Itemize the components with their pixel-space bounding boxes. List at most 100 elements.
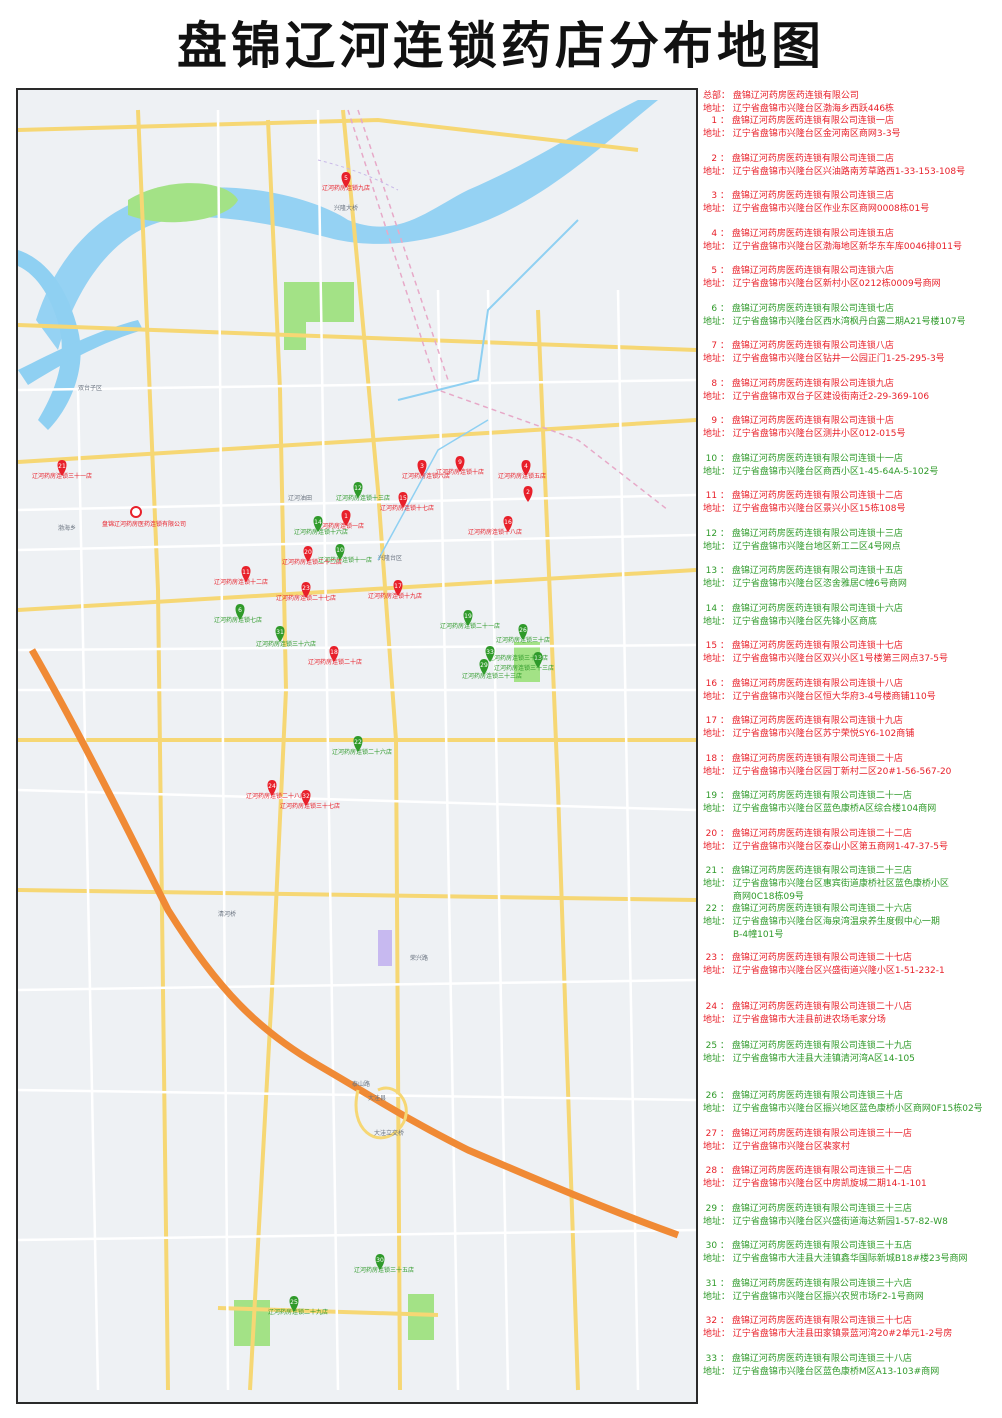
legend-address: 地址： 辽宁省盘锦市大洼县田家镇景蓝河湾20#2单元1-2号房 [703, 1329, 953, 1339]
marker-number: 9 [458, 459, 462, 466]
legend-company: 盘锦辽河药房医药连锁有限公司连锁三十一店 [729, 1129, 912, 1139]
legend-company: 盘锦辽河药房医药连锁有限公司连锁三店 [729, 191, 894, 201]
marker-number: 24 [268, 783, 276, 790]
legend-company: 盘锦辽河药房医药连锁有限公司连锁二十六店 [729, 904, 912, 914]
legend-number: 33 ： [705, 1354, 729, 1364]
marker-number: 6 [238, 607, 242, 614]
legend-address: 地址： 辽宁省盘锦市兴隆台区兴油路南芳草路西1-33-153-108号 [703, 167, 966, 177]
legend-number: 24 ： [705, 1002, 729, 1012]
legend-entry: 11 ： 盘锦辽河药房医药连锁有限公司连锁十二店 地址： 辽宁省盘锦市兴隆台区景兴… [703, 490, 999, 516]
marker-label: 辽河药房连锁二十店 [308, 658, 362, 666]
marker-label: 辽河药房连锁二十二店 [282, 558, 342, 566]
marker-label: 辽河药房连锁十六店 [294, 528, 348, 536]
marker-number: 23 [302, 585, 310, 592]
legend-address: 地址： 辽宁省盘锦市兴隆台区景兴小区15栋108号 [703, 504, 906, 514]
legend-number: 4 ： [711, 229, 729, 239]
park [408, 1294, 434, 1340]
marker-label: 辽河药房连锁十八店 [468, 528, 522, 536]
legend-entry: 28 ： 盘锦辽河药房医药连锁有限公司连锁三十二店 地址： 辽宁省盘锦市兴隆台区中… [703, 1165, 999, 1191]
legend-company: 盘锦辽河药房医药连锁有限公司连锁二十九店 [729, 1041, 912, 1051]
marker-number: 3 [420, 463, 424, 470]
marker-label: 辽河药房连锁二十九店 [268, 1308, 328, 1316]
marker-number: 29 [480, 662, 488, 669]
legend-entry: 15 ： 盘锦辽河药房医药连锁有限公司连锁十七店 地址： 辽宁省盘锦市兴隆台区双兴… [703, 640, 999, 666]
legend-entry: 4 ： 盘锦辽河药房医药连锁有限公司连锁五店 地址： 辽宁省盘锦市兴隆台区渤海地区… [703, 228, 999, 254]
marker-number: 21 [58, 463, 66, 470]
marker-number: 5 [344, 175, 348, 182]
legend-number: 30 ： [705, 1241, 729, 1251]
legend-number: 26 ： [705, 1091, 729, 1101]
legend-address: 地址： 辽宁省盘锦市兴隆台区商西小区1-45-64A-5-102号 [703, 467, 939, 477]
map-canvas[interactable]: 兴隆大桥双台子区渤海乡 辽河油田兴隆台区大洼县大洼立交桥 清河桥泰山路 荣兴路 盘锦辽… [18, 90, 696, 1402]
legend-address: 地址： 辽宁省盘锦市大洼县大洼镇鑫华国际新城B18#楼23号商网 [703, 1254, 968, 1264]
legend-company: 盘锦辽河药房医药连锁有限公司连锁三十三店 [729, 1204, 912, 1214]
legend-entry: 31 ： 盘锦辽河药房医药连锁有限公司连锁三十六店 地址： 辽宁省盘锦市兴隆台区振… [703, 1278, 999, 1304]
legend-address: 地址： 辽宁省盘锦市兴隆台区海泉湾温泉养生度假中心一期 [703, 917, 940, 927]
legend-number: 5 ： [711, 266, 729, 276]
marker-number: 20 [304, 549, 312, 556]
legend-number: 13 ： [705, 566, 729, 576]
marker-label: 辽河药房连锁六店 [402, 472, 450, 480]
legend-address: 地址： 辽宁省盘锦市兴隆台区恣舍雅居C幢6号商网 [703, 579, 907, 589]
legend-entry: 2 ： 盘锦辽河药房医药连锁有限公司连锁二店 地址： 辽宁省盘锦市兴隆台区兴油路南… [703, 153, 999, 179]
legend-number: 9 ： [711, 416, 729, 426]
legend-company: 盘锦辽河药房医药连锁有限公司连锁十七店 [729, 641, 903, 651]
legend-entry: 25 ： 盘锦辽河药房医药连锁有限公司连锁二十九店 地址： 辽宁省盘锦市大洼县大洼… [703, 1040, 999, 1066]
legend-entry: 3 ： 盘锦辽河药房医药连锁有限公司连锁三店 地址： 辽宁省盘锦市兴隆台区作业东区… [703, 190, 999, 216]
marker-label: 辽河药房连锁三十三店 [462, 672, 522, 680]
marker-number: 19 [464, 613, 472, 620]
legend-entry: 18 ： 盘锦辽河药房医药连锁有限公司连锁二十店 地址： 辽宁省盘锦市兴隆台区园丁… [703, 753, 999, 779]
legend-number: 1 ： [711, 116, 729, 126]
legend-entry: 26 ： 盘锦辽河药房医药连锁有限公司连锁三十店 地址： 辽宁省盘锦市兴隆台区振兴… [703, 1090, 999, 1116]
legend-number: 17 ： [705, 716, 729, 726]
legend-number: 15 ： [705, 641, 729, 651]
marker-label: 辽河药房连锁十二店 [214, 578, 268, 586]
legend-company: 盘锦辽河药房医药连锁有限公司连锁十店 [729, 416, 894, 426]
hq-label: 盘锦辽河药房医药连锁有限公司 [102, 520, 186, 528]
legend-company: 盘锦辽河药房医药连锁有限公司连锁十九店 [729, 716, 903, 726]
legend-entry: 7 ： 盘锦辽河药房医药连锁有限公司连锁八店地址： 辽宁省盘锦市兴隆台区钻井一公… [703, 340, 999, 366]
legend-company: 盘锦辽河药房医药连锁有限公司连锁二店 [729, 154, 894, 164]
legend-entry: 14 ： 盘锦辽河药房医药连锁有限公司连锁十六店 地址： 辽宁省盘锦市兴隆台区先锋… [703, 603, 999, 629]
legend-address: 地址： 辽宁省盘锦市兴隆台区钻井一公园正门1-25-295-3号 [703, 354, 945, 364]
legend-address: 地址： 辽宁省盘锦市兴隆台区苏宁荣悦SY6-102商铺 [703, 729, 915, 739]
marker-label: 辽河药房连锁九店 [322, 184, 370, 192]
legend-company: 盘锦辽河药房医药连锁有限公司连锁三十六店 [729, 1279, 912, 1289]
legend-company: 盘锦辽河药房医药连锁有限公司连锁二十二店 [729, 829, 912, 839]
legend-company: 盘锦辽河药房医药连锁有限公司连锁三十二店 [729, 1166, 912, 1176]
marker-number: 30 [376, 1257, 384, 1264]
marker-label: 辽河药房连锁三十六店 [256, 640, 316, 648]
legend-company: 盘锦辽河药房医药连锁有限公司连锁二十一店 [729, 791, 912, 801]
hq-star-icon[interactable] [130, 506, 142, 518]
legend-address: 地址： 辽宁省盘锦市兴隆台区恒大华府3-4号楼商铺110号 [703, 692, 936, 702]
legend-entry: 29 ： 盘锦辽河药房医药连锁有限公司连锁三十三店 地址： 辽宁省盘锦市兴隆台区兴… [703, 1203, 999, 1229]
marker-label: 辽河药房连锁三十三店 [494, 664, 554, 672]
legend-number: 6 ： [711, 304, 729, 314]
legend-address: 地址： 辽宁省盘锦市兴隆台区蓝色康桥A区综合楼104商网 [703, 804, 937, 814]
legend-company: 盘锦辽河药房医药连锁有限公司连锁十八店 [729, 679, 903, 689]
legend-number: 3 ： [711, 191, 729, 201]
legend-entry: 8 ： 盘锦辽河药房医药连锁有限公司连锁九店 地址： 辽宁省盘锦市双台子区建设街南… [703, 378, 999, 404]
legend-entry: 12 ： 盘锦辽河药房医药连锁有限公司连锁十三店 地址： 辽宁省盘锦市兴隆台地区新… [703, 528, 999, 554]
legend-number: 14 ： [705, 604, 729, 614]
legend-address: 地址： 辽宁省盘锦市兴隆台区裴家村 [703, 1142, 850, 1152]
legend-company: 盘锦辽河药房医药连锁有限公司 [730, 91, 859, 101]
legend-entry: 22 ： 盘锦辽河药房医药连锁有限公司连锁二十六店 地址： 辽宁省盘锦市兴隆台区海… [703, 903, 999, 942]
marker-number: 18 [330, 649, 338, 656]
place-label: 清河桥 [218, 910, 236, 918]
legend-number: 7 ： [711, 341, 729, 351]
legend-number: 31 ： [705, 1279, 729, 1289]
legend-entry: 23 ： 盘锦辽河药房医药连锁有限公司连锁二十七店 地址： 辽宁省盘锦市兴隆台区兴… [703, 952, 999, 978]
legend-address: 地址： 辽宁省盘锦市兴隆台区西水湾枫丹白露二期A21号楼107号 [703, 317, 966, 327]
legend-company: 盘锦辽河药房医药连锁有限公司连锁二十店 [729, 754, 903, 764]
legend-address: 地址： 辽宁省盘锦市大洼县前进农场毛家分场 [703, 1015, 886, 1025]
marker-label: 辽河药房连锁七店 [214, 616, 262, 624]
marker-number: 15 [399, 495, 407, 502]
marker-number: 4 [524, 463, 528, 470]
legend-company: 盘锦辽河药房医药连锁有限公司连锁十二店 [729, 491, 903, 501]
marker-number: 1 [344, 513, 348, 520]
legend-address: 地址： 辽宁省盘锦市兴隆台区惠宾街道康桥社区蓝色康桥小区 [703, 879, 949, 889]
legend-company: 盘锦辽河药房医药连锁有限公司连锁八店 [729, 341, 894, 351]
legend-number: 19 ： [705, 791, 729, 801]
map-area[interactable]: 兴隆大桥 双台子区 渤海乡 辽河油田 兴隆台区 大洼县 大洼立交桥 清河桥 泰山路 荣兴路 盘锦辽… [16, 88, 698, 1404]
